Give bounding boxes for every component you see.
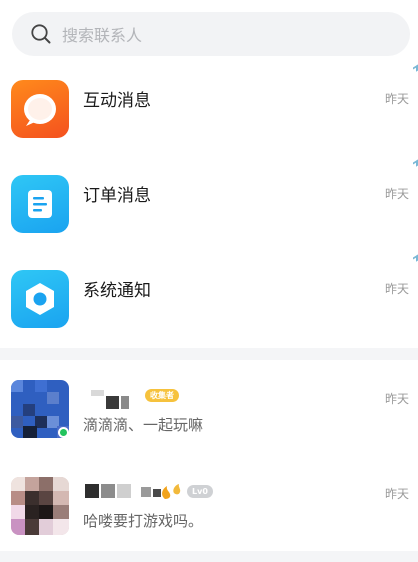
search-bar[interactable]: 搜索联系人 bbox=[12, 12, 410, 56]
corner-mark bbox=[413, 254, 418, 264]
message-title: 系统通知 bbox=[83, 281, 151, 301]
message-row-interaction[interactable]: 互动消息 昨天 bbox=[0, 62, 418, 157]
corner-mark bbox=[413, 64, 418, 74]
message-row-orders[interactable]: 订单消息 昨天 bbox=[0, 157, 418, 252]
online-status-dot bbox=[58, 427, 69, 438]
flame-icon bbox=[162, 484, 181, 499]
message-time: 昨天 bbox=[384, 187, 409, 201]
list-bottom-divider bbox=[0, 551, 418, 562]
tag-blurred bbox=[141, 487, 161, 497]
chat-preview: 滴滴滴、一起玩嘛 bbox=[83, 416, 204, 434]
chat-preview: 哈喽要打游戏吗。 bbox=[83, 512, 204, 530]
message-row-system[interactable]: 系统通知 昨天 bbox=[0, 252, 418, 347]
document-icon bbox=[11, 175, 69, 233]
message-title: 订单消息 bbox=[83, 186, 151, 206]
username-blurred bbox=[85, 484, 131, 498]
username-blurred bbox=[91, 390, 129, 409]
level-badge: 收集者 bbox=[145, 389, 179, 402]
avatar bbox=[11, 477, 69, 535]
settings-nut-icon bbox=[11, 270, 69, 328]
chat-row[interactable]: 昨天 滴滴滴、一起玩嘛 bbox=[0, 362, 418, 457]
chat-row[interactable]: 昨天 哈喽要打游戏吗。 bbox=[0, 457, 418, 552]
message-title: 互动消息 bbox=[83, 91, 151, 111]
search-input[interactable]: 搜索联系人 bbox=[62, 22, 142, 46]
search-icon bbox=[31, 24, 51, 44]
corner-mark bbox=[413, 159, 418, 169]
chat-time: 昨天 bbox=[384, 392, 409, 406]
chat-time: 昨天 bbox=[384, 487, 409, 501]
level-badge: Lv0 bbox=[187, 485, 213, 498]
message-time: 昨天 bbox=[384, 282, 409, 296]
message-time: 昨天 bbox=[384, 92, 409, 106]
chat-bubble-icon bbox=[11, 80, 69, 138]
section-divider bbox=[0, 348, 418, 360]
